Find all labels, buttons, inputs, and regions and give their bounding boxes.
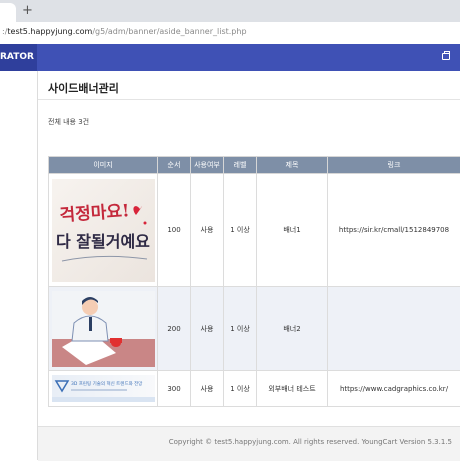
address-bar[interactable]: :/test5.happyjung.com/g5/adm/banner/asid… <box>0 22 460 45</box>
use-cell: 사용 <box>191 371 224 407</box>
admin-top-bar: RATOR <box>0 44 460 71</box>
cad-graphics-banner-image[interactable]: 3D 프린팅 기술의 혁신 트렌드와 전망 <box>52 375 155 402</box>
calligraphy-art: 걱정마요! 다 잘될거예요 <box>52 179 155 282</box>
table-row[interactable]: 200 사용 1 이상 배너2 <box>49 287 460 371</box>
cad-banner-art: 3D 프린팅 기술의 혁신 트렌드와 전망 <box>52 375 155 402</box>
title-cell: 외부배너 테스트 <box>257 371 328 407</box>
person-illustration <box>52 291 155 367</box>
column-header-level: 레벨 <box>224 157 257 174</box>
calligraphy-banner-image[interactable]: 걱정마요! 다 잘될거예요 <box>52 179 155 282</box>
order-cell: 200 <box>158 287 191 371</box>
browser-tab[interactable] <box>0 3 16 22</box>
title-cell: 배너1 <box>257 174 328 287</box>
use-cell: 사용 <box>191 174 224 287</box>
table-row[interactable]: 걱정마요! 다 잘될거예요 100 사용 1 이상 배너1 https://si… <box>49 174 460 287</box>
banner-table: 이미지 순서 사용여부 레벨 제목 링크 걱정마요! 다 잘될거예요 <box>48 156 460 407</box>
level-cell: 1 이상 <box>224 174 257 287</box>
table-header-row: 이미지 순서 사용여부 레벨 제목 링크 <box>49 157 460 174</box>
new-tab-button[interactable]: + <box>22 2 33 19</box>
banner-image-cell <box>49 287 158 371</box>
level-cell: 1 이상 <box>224 287 257 371</box>
title-cell: 배너2 <box>257 287 328 371</box>
admin-footer: Copyright © test5.happyjung.com. All rig… <box>38 426 460 461</box>
order-cell: 300 <box>158 371 191 407</box>
link-cell[interactable]: https://www.cadgraphics.co.kr/ <box>328 371 460 407</box>
calendar-icon[interactable] <box>442 53 450 60</box>
link-cell[interactable] <box>328 287 460 371</box>
column-header-order: 순서 <box>158 157 191 174</box>
cad-banner-text: 3D 프린팅 기술의 혁신 트렌드와 전망 <box>71 380 142 387</box>
copyright-text: Copyright © test5.happyjung.com. All rig… <box>169 438 452 446</box>
use-cell: 사용 <box>191 287 224 371</box>
person-at-desk-banner-image[interactable] <box>52 291 155 367</box>
title-divider <box>38 99 460 100</box>
total-count: 전체 내용 3건 <box>48 117 89 127</box>
level-cell: 1 이상 <box>224 371 257 407</box>
browser-tab-strip: + <box>0 0 460 22</box>
link-cell[interactable]: https://sir.kr/cmall/1512849708 <box>328 174 460 287</box>
column-header-link: 링크 <box>328 157 460 174</box>
main-content: 사이드배너관리 전체 내용 3건 이미지 순서 사용여부 레벨 제목 링크 <box>38 71 460 460</box>
banner-image-cell: 걱정마요! 다 잘될거예요 <box>49 174 158 287</box>
calligraphy-text-line2: 다 잘될거예요 <box>56 232 150 251</box>
admin-brand[interactable]: RATOR <box>0 44 37 71</box>
table-row[interactable]: 3D 프린팅 기술의 혁신 트렌드와 전망 300 사용 1 이상 외부배너 테… <box>49 371 460 407</box>
calligraphy-text-line1: 걱정마요! <box>58 201 129 226</box>
column-header-image: 이미지 <box>49 157 158 174</box>
column-header-use: 사용여부 <box>191 157 224 174</box>
admin-sidebar <box>0 71 38 460</box>
url-text[interactable]: :/test5.happyjung.com/g5/adm/banner/asid… <box>2 27 247 36</box>
order-cell: 100 <box>158 174 191 287</box>
column-header-title: 제목 <box>257 157 328 174</box>
page-title: 사이드배너관리 <box>48 80 119 96</box>
banner-image-cell: 3D 프린팅 기술의 혁신 트렌드와 전망 <box>49 371 158 407</box>
